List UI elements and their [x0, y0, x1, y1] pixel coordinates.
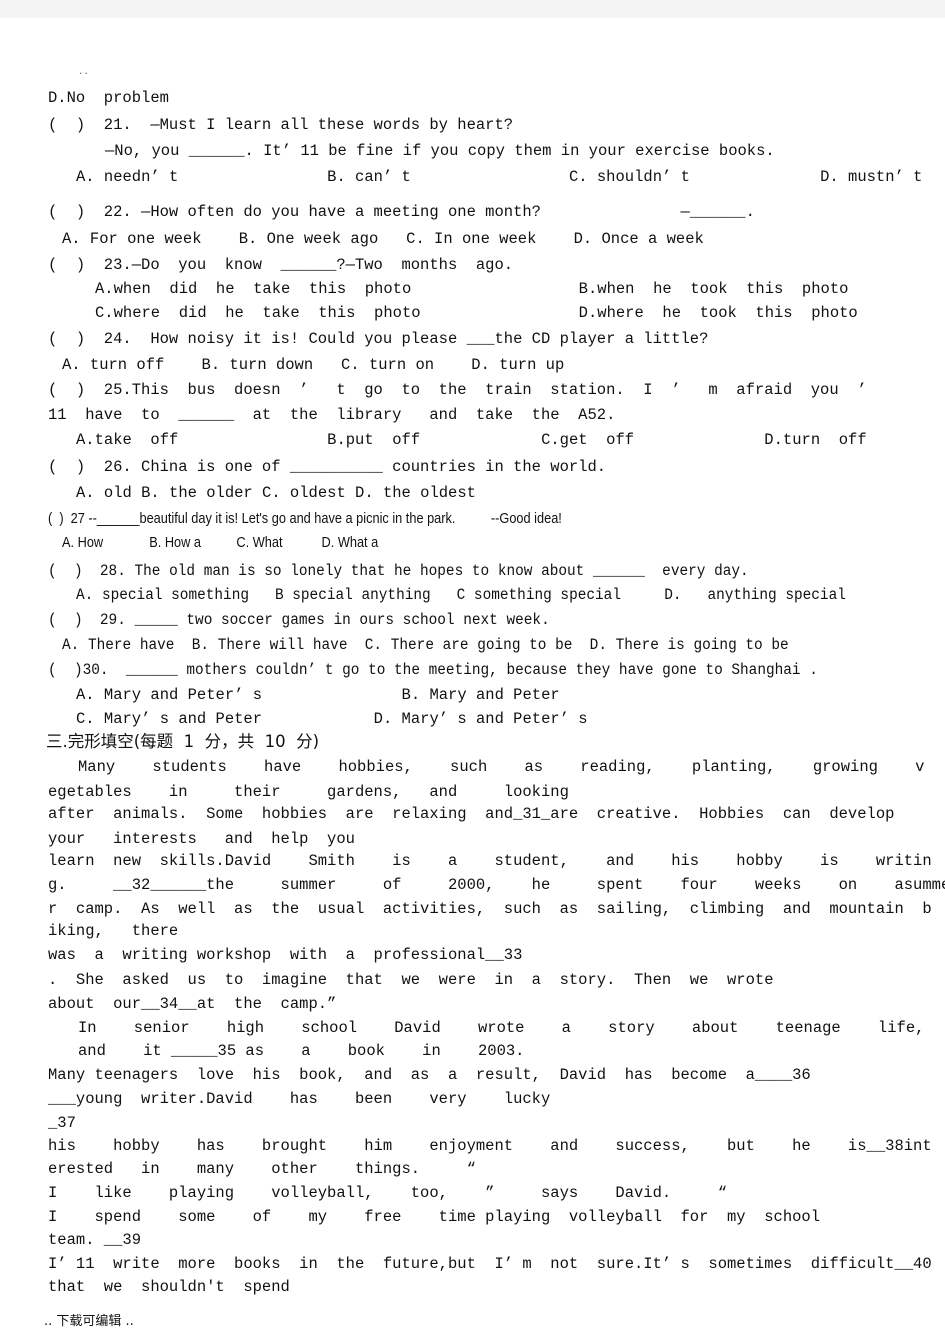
question-23-options-line-2: C.where did he take this photo D.where h… — [95, 304, 858, 322]
question-30-stem: ( )30. ______ mothers couldn’ t go to th… — [48, 661, 818, 679]
cloze-line-15: ___young writer.David has been very luck… — [48, 1090, 551, 1108]
question-29-stem: ( ) 29. _____ two soccer games in ours s… — [48, 611, 550, 629]
question-21-options: A. needn’ t B. can’ t C. shouldn’ t D. m… — [76, 168, 923, 186]
question-27-options: A. How B. How a C. What D. What a — [62, 535, 379, 551]
question-22-options: A. For one week B. One week ago C. In on… — [62, 230, 704, 248]
question-23-stem: ( ) 23.—Do you know ______?—Two months a… — [48, 256, 514, 274]
cloze-line-14: Many teenagers love his book, and as a r… — [48, 1066, 811, 1084]
cloze-line-21: team. __39 — [48, 1231, 142, 1249]
question-23-options-line-1: A.when did he take this photo B.when he … — [95, 280, 849, 298]
question-25-stem-line-2: 11 have to ______ at the library and tak… — [48, 406, 616, 424]
cloze-line-17: his hobby has brought him enjoyment and … — [48, 1137, 932, 1155]
cloze-line-22: I’ 11 write more books in the future,but… — [48, 1255, 932, 1273]
question-24-stem: ( ) 24. How noisy it is! Could you pleas… — [48, 330, 709, 348]
question-26-options: A. old B. the older C. oldest D. the old… — [76, 484, 476, 502]
question-21-stem-line-1: ( ) 21. —Must I learn all these words by… — [48, 116, 514, 134]
question-26-stem: ( ) 26. China is one of __________ count… — [48, 458, 607, 476]
cloze-line-23: that we shouldn't spend — [48, 1278, 290, 1296]
question-25-stem-line-1: ( ) 25.This bus doesn ’ t go to the trai… — [48, 381, 867, 399]
question-22-stem: ( ) 22. —How often do you have a meeting… — [48, 203, 755, 221]
cloze-line-8: iking, there — [48, 922, 179, 940]
carryover-option-d: D.No problem — [48, 89, 169, 107]
document-page: .. D.No problem ( ) 21. —Must I learn al… — [0, 18, 945, 1337]
cloze-line-18: erested in many other things. “ — [48, 1160, 476, 1178]
question-25-options: A.take off B.put off C.get off D.turn of… — [76, 431, 867, 449]
cloze-line-7: r camp. As well as the usual activities,… — [48, 900, 932, 918]
cloze-line-6: g. __32______the summer of 2000, he spen… — [48, 876, 945, 894]
cloze-line-12: In senior high school David wrote a stor… — [78, 1019, 925, 1037]
question-24-options: A. turn off B. turn down C. turn on D. t… — [62, 356, 565, 374]
cloze-section-heading: 三.完形填空(每题 1 分，共 10 分) — [46, 732, 320, 751]
cloze-line-13: and it _____35 as a book in 2003. — [78, 1042, 525, 1060]
question-28-stem: ( ) 28. The old man is so lonely that he… — [48, 562, 749, 580]
question-29-options: A. There have B. There will have C. Ther… — [62, 636, 789, 654]
cloze-line-1: Many students have hobbies, such as read… — [78, 758, 925, 776]
top-gray-strip — [0, 0, 945, 18]
cloze-line-16: _37 — [48, 1114, 76, 1132]
question-21-stem-line-2: —No, you ______. It’ 11 be fine if you c… — [105, 142, 775, 160]
top-ellipsis-mark: .. — [78, 67, 89, 77]
cloze-line-9: was a writing workshop with a profession… — [48, 946, 523, 964]
question-30-options-line-2: C. Mary’ s and Peter D. Mary’ s and Pete… — [76, 710, 588, 728]
cloze-line-4: your interests and help you — [48, 830, 355, 848]
cloze-line-3: after animals. Some hobbies are relaxing… — [48, 805, 895, 823]
cloze-line-5: learn new skills.David Smith is a studen… — [48, 852, 932, 870]
cloze-line-2: egetables in their gardens, and looking — [48, 783, 569, 801]
question-27-stem: ( ) 27 --______beautiful day it is! Let'… — [48, 511, 562, 527]
cloze-line-20: I spend some of my free time playing vol… — [48, 1208, 821, 1226]
cloze-line-11: about our__34__at the camp.” — [48, 995, 337, 1013]
question-28-options: A. special something B special anything … — [76, 586, 846, 604]
question-30-options-line-1: A. Mary and Peter’ s B. Mary and Peter — [76, 686, 560, 704]
cloze-line-19: I like playing volleyball, too, ” says D… — [48, 1184, 728, 1202]
cloze-line-10: . She asked us to imagine that we were i… — [48, 971, 774, 989]
page-footer-watermark: .. 下载可编辑 .. — [44, 1314, 134, 1329]
